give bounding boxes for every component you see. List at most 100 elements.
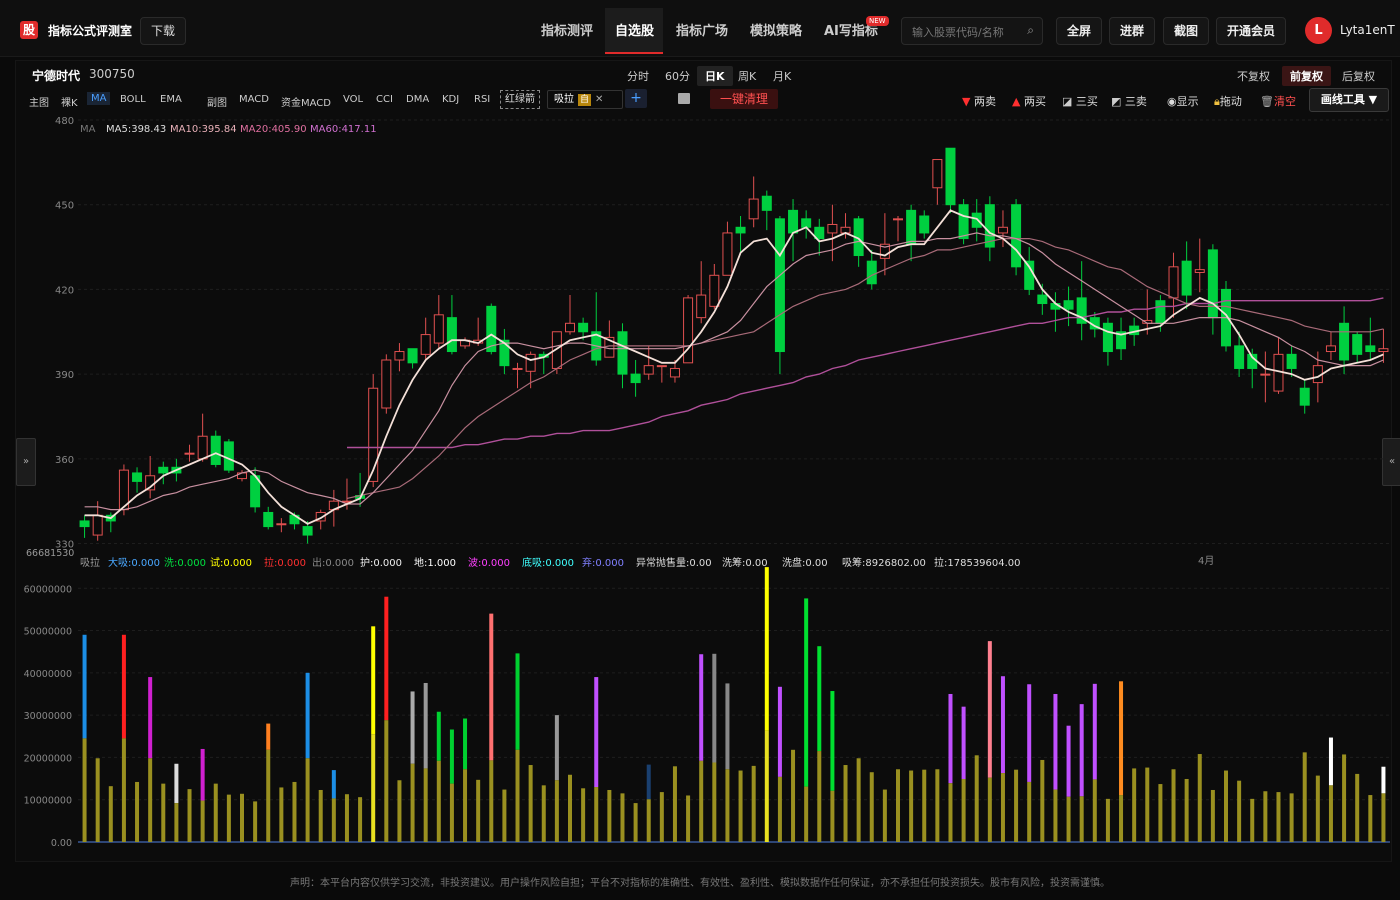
candle-body bbox=[1194, 269, 1205, 273]
candle-body bbox=[578, 322, 589, 333]
volume-bar bbox=[1119, 795, 1124, 842]
volume-bar bbox=[253, 801, 258, 842]
volume-bar bbox=[672, 766, 677, 842]
candle-body bbox=[761, 195, 772, 211]
signal-bar bbox=[515, 653, 520, 750]
volume-bar bbox=[410, 763, 415, 842]
candle-body bbox=[1339, 322, 1350, 361]
volume-bar bbox=[581, 788, 586, 842]
signal-bar bbox=[200, 748, 205, 801]
price-tick-label: 390 bbox=[55, 370, 74, 381]
signal-bar bbox=[148, 677, 153, 759]
candle-body bbox=[302, 526, 313, 536]
volume-bar bbox=[135, 781, 140, 842]
signal-bar bbox=[449, 729, 454, 784]
candle-body bbox=[512, 367, 523, 370]
volume-bar bbox=[1040, 759, 1045, 842]
volume-bar bbox=[1079, 796, 1084, 842]
volume-bar bbox=[896, 769, 900, 842]
candle-body bbox=[617, 331, 628, 375]
signal-bar bbox=[1027, 684, 1032, 782]
volume-bar bbox=[1000, 773, 1005, 842]
signal-bar bbox=[1000, 676, 1005, 774]
candle-body bbox=[932, 159, 943, 189]
volume-bar bbox=[961, 778, 966, 842]
volume-bar bbox=[502, 789, 507, 842]
volume-bar bbox=[449, 783, 454, 842]
kline-chart[interactable]: 4804504203903603306000000050000000400000… bbox=[0, 0, 1400, 870]
volume-max-label: 66681530 bbox=[26, 548, 74, 559]
candle-body bbox=[1378, 348, 1389, 353]
candle-body bbox=[1286, 353, 1297, 369]
disclaimer-text: 声明：本平台内容仅供学习交流，非投资建议。用户操作风险自担；平台不对指标的准确性… bbox=[290, 878, 1110, 889]
volume-bar bbox=[436, 760, 441, 842]
candle-body bbox=[184, 452, 195, 455]
volume-bar bbox=[1014, 769, 1019, 842]
candle-body bbox=[197, 435, 208, 460]
candle-body bbox=[210, 435, 221, 465]
candle-body bbox=[735, 226, 746, 234]
sub-legend-item: 地:1.000 bbox=[414, 556, 456, 569]
price-tick-label: 360 bbox=[55, 455, 74, 466]
volume-bar bbox=[1302, 752, 1307, 842]
price-tick-label: 480 bbox=[55, 116, 74, 127]
volume-bar bbox=[554, 780, 559, 842]
candle-body bbox=[1011, 204, 1022, 268]
candle-body bbox=[1037, 294, 1048, 305]
candle-body bbox=[893, 218, 903, 221]
candle-body bbox=[1063, 300, 1074, 310]
price-tick-label: 450 bbox=[55, 201, 74, 212]
volume-bar bbox=[1237, 780, 1242, 842]
volume-bar bbox=[476, 779, 481, 842]
volume-bar bbox=[699, 760, 704, 842]
volume-tick-label: 0.00 bbox=[51, 838, 72, 849]
signal-bar bbox=[423, 682, 428, 769]
candle-body bbox=[774, 218, 785, 353]
candle-body bbox=[630, 373, 641, 384]
signal-bar bbox=[410, 691, 415, 764]
volume-bar bbox=[856, 758, 861, 842]
sub-legend-item: 护:0.000 bbox=[360, 556, 402, 569]
volume-bar bbox=[620, 793, 625, 842]
volume-bar bbox=[1145, 767, 1150, 842]
volume-bar bbox=[161, 783, 166, 842]
volume-bar bbox=[1171, 769, 1176, 842]
candle-body bbox=[722, 232, 733, 276]
volume-tick-label: 30000000 bbox=[24, 711, 72, 722]
volume-bar bbox=[331, 798, 336, 842]
volume-bar bbox=[528, 765, 533, 842]
candle-body bbox=[669, 367, 680, 378]
signal-bar bbox=[331, 770, 336, 799]
volume-bar bbox=[1328, 785, 1333, 842]
volume-bar bbox=[1027, 781, 1032, 842]
volume-bar bbox=[200, 800, 205, 842]
volume-bar bbox=[869, 772, 874, 842]
signal-bar bbox=[594, 677, 599, 788]
volume-bar bbox=[108, 786, 113, 842]
signal-bar bbox=[1066, 725, 1071, 797]
candle-body bbox=[827, 223, 838, 234]
volume-bar bbox=[82, 738, 87, 842]
sub-legend-item: 吸筹:8926802.00 bbox=[842, 556, 926, 569]
volume-bar bbox=[279, 787, 284, 842]
volume-bar bbox=[1197, 754, 1202, 842]
volume-bar bbox=[1381, 793, 1386, 842]
volume-bar bbox=[568, 774, 572, 842]
candle-body bbox=[433, 314, 444, 344]
candle-body bbox=[92, 514, 103, 536]
volume-bar bbox=[292, 781, 297, 842]
volume-bar bbox=[226, 794, 231, 842]
volume-bar bbox=[240, 793, 244, 842]
volume-bar bbox=[515, 749, 520, 842]
volume-bar bbox=[489, 760, 494, 842]
volume-bar bbox=[777, 776, 782, 842]
ma-legend-item: MA60:417.11 bbox=[310, 124, 377, 135]
candle-body bbox=[394, 351, 405, 361]
volume-bar bbox=[318, 789, 323, 842]
signal-bar bbox=[961, 706, 966, 779]
candle-body bbox=[132, 472, 143, 482]
volume-bar bbox=[987, 777, 992, 842]
volume-bar bbox=[423, 768, 428, 842]
signal-bar bbox=[1053, 693, 1058, 790]
sub-legend-item: 洗筹:0.00 bbox=[722, 556, 768, 569]
